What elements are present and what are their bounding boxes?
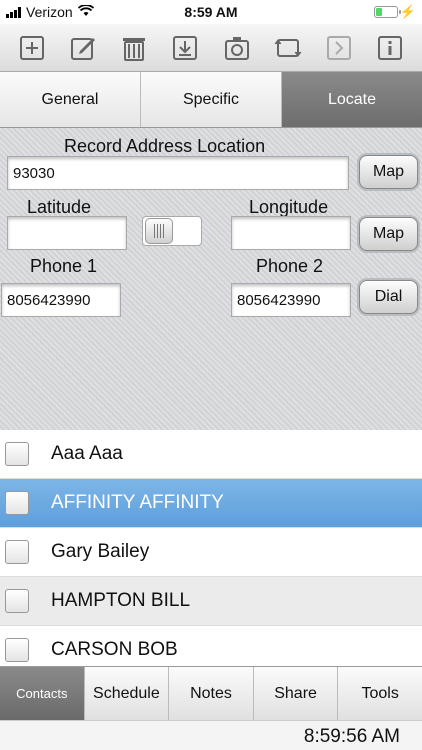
checkbox[interactable] [5,442,29,466]
locate-panel: Record Address Location 93030 Map Latitu… [0,128,422,430]
tab-share-label: Share [274,684,317,702]
map-address-button[interactable]: Map [359,155,418,189]
footer-clock: 8:59:56 AM [303,726,400,747]
edit-icon[interactable] [68,33,98,63]
checkbox[interactable] [5,491,29,515]
longitude-label: Longitude [249,197,329,217]
charging-bolt-icon: ⚡ [399,4,416,19]
status-bar: Verizon 8:59 AM ⚡ [0,0,422,24]
phone1-label: Phone 1 [30,256,98,276]
list-item[interactable]: Aaa Aaa [0,430,422,479]
contact-name: AFFINITY AFFINITY [51,492,224,513]
tab-schedule-label: Schedule [93,684,160,702]
contact-name: CARSON BOB [51,639,178,660]
status-time: 8:59 AM [184,4,238,20]
list-item[interactable]: AFFINITY AFFINITY [0,479,422,528]
add-icon[interactable] [17,33,47,63]
address-input[interactable]: 93030 [7,156,349,190]
phone1-input[interactable]: 8056423990 [1,283,121,317]
longitude-input[interactable] [231,216,351,250]
contact-list: Aaa Aaa AFFINITY AFFINITY Gary Bailey HA… [0,430,422,666]
toggle-knob[interactable] [145,218,173,244]
bottom-tab-bar: Contacts Schedule Notes Share Tools [0,666,422,720]
coordinate-toggle[interactable] [142,216,202,246]
download-icon[interactable] [170,33,200,63]
segment-tabs: General Specific Locate [0,72,422,128]
tab-contacts[interactable]: Contacts [0,667,85,720]
tab-tools[interactable]: Tools [338,667,422,720]
checkbox[interactable] [5,540,29,564]
footer-bar: 8:59:56 AM [0,720,422,750]
tab-tools-label: Tools [361,684,399,702]
tab-general[interactable]: General [0,72,141,127]
tab-locate-label: Locate [327,90,377,108]
phone2-label: Phone 2 [256,256,324,276]
tab-general-label: General [41,90,99,108]
contact-name: HAMPTON BILL [51,590,191,611]
record-address-label: Record Address Location [64,136,266,156]
tab-specific-label: Specific [182,90,240,108]
battery-icon [374,6,401,18]
tab-share[interactable]: Share [253,667,339,720]
tab-contacts-label: Contacts [16,686,68,701]
latitude-label: Latitude [27,197,92,217]
latitude-input[interactable] [7,216,127,250]
camera-icon[interactable] [222,33,252,63]
phone2-input[interactable]: 8056423990 [231,283,351,317]
tab-schedule[interactable]: Schedule [84,667,170,720]
tab-notes-label: Notes [190,684,232,702]
list-item[interactable]: CARSON BOB [0,626,422,666]
tab-locate[interactable]: Locate [282,72,422,127]
list-item[interactable]: HAMPTON BILL [0,577,422,626]
toolbar [0,24,422,72]
checkbox[interactable] [5,589,29,613]
tab-notes[interactable]: Notes [169,667,254,720]
contact-name: Aaa Aaa [51,443,123,464]
map-coordinates-button[interactable]: Map [359,217,418,251]
trash-icon[interactable] [119,33,149,63]
dial-button[interactable]: Dial [359,280,418,314]
info-icon[interactable] [375,33,405,63]
tab-specific[interactable]: Specific [141,72,282,127]
checkbox[interactable] [5,638,29,662]
sync-icon[interactable] [273,33,303,63]
list-item[interactable]: Gary Bailey [0,528,422,577]
contact-name: Gary Bailey [51,541,150,562]
forward-icon[interactable] [324,33,354,63]
